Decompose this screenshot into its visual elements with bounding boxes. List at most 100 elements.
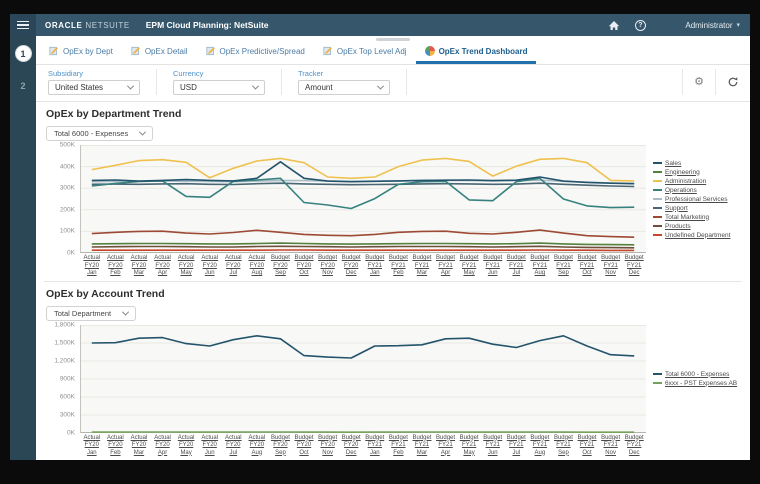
legend-item-engineering[interactable]: Engineering [653,169,742,176]
x-axis-category[interactable]: Budget FY21 Apr [434,435,458,458]
legend-item-operations[interactable]: Operations [653,187,742,194]
hamburger-menu-button[interactable] [10,14,36,36]
x-axis-category[interactable]: Budget FY20 Dec [339,255,363,278]
x-axis-label-line: FY20 [202,442,217,448]
navigator-grid-icon[interactable] [661,20,671,30]
x-axis-label-line: Jul [229,270,238,276]
x-axis-label-line: May [463,270,475,276]
drag-handle[interactable] [376,38,410,41]
legend-item-administration[interactable]: Administration [653,178,742,185]
legend-item-undefined-department[interactable]: Undefined Department [653,232,742,239]
x-axis-category[interactable]: Budget FY20 Sep [269,255,293,278]
x-axis-label-line: Oct [582,270,592,276]
x-axis-category[interactable]: Budget FY21 Nov [599,255,623,278]
x-axis-category[interactable]: Budget FY21 May [457,255,481,278]
x-axis-category[interactable]: Actual FY20 Jan [80,255,104,278]
x-axis-category[interactable]: Budget FY20 Sep [269,435,293,458]
x-axis-category[interactable]: Budget FY21 Jan [363,435,387,458]
dashboard-page-selector: 1 2 [10,36,36,460]
x-axis-category[interactable]: Budget FY20 Nov [316,435,340,458]
x-axis-label-line: FY20 [108,262,123,269]
refresh-icon[interactable] [715,69,750,95]
x-axis-category[interactable]: Actual FY20 Jan [80,435,104,458]
tab-opex-predictive-spread[interactable]: OpEx Predictive/Spread [197,43,314,64]
x-axis-category[interactable]: Budget FY21 Jul [505,435,529,458]
x-axis-category[interactable]: Budget FY21 Jun [481,435,505,458]
x-axis-category[interactable]: Actual FY20 Aug [245,255,269,278]
legend-item-sales[interactable]: Sales [653,160,742,167]
legend-item-6xxx-pst-expenses-ab[interactable]: 6xxx - PST Expenses AB [653,380,742,387]
x-axis-category[interactable]: Budget FY21 Aug [528,255,552,278]
tab-opex-top-level-adj[interactable]: OpEx Top Level Adj [314,43,416,64]
filter-actions: ⚙ [682,69,750,95]
filter-select-tracker[interactable]: Amount [298,80,390,95]
x-axis-label-line: Budget [459,255,479,261]
x-axis-category[interactable]: Budget FY21 Mar [410,255,434,278]
x-axis-category[interactable]: Actual FY20 Apr [151,435,175,458]
x-axis-category[interactable]: Budget FY21 Oct [575,435,599,458]
user-menu[interactable]: Administrator ▾ [685,21,740,30]
home-icon[interactable] [608,20,620,31]
x-axis-category[interactable]: Budget FY21 Apr [434,255,458,278]
x-axis-category[interactable]: Actual FY20 Feb [104,255,128,278]
chart-member-selector-account[interactable]: Total Department [46,305,137,321]
x-axis-category[interactable]: Budget FY21 Sep [552,435,576,458]
filter-select-currency[interactable]: USD [173,80,265,95]
x-axis-label-line: Dec [628,270,640,276]
x-axis-category[interactable]: Budget FY21 Oct [575,255,599,278]
x-axis-category[interactable]: Actual FY20 Mar [127,255,151,278]
x-axis-category[interactable]: Budget FY21 Dec [622,435,646,458]
charts-region: OpEx by Department Trend Total 6000 - Ex… [36,102,750,460]
legend-item-support[interactable]: Support [653,205,742,212]
legend-item-total-marketing[interactable]: Total Marketing [653,214,742,221]
x-axis-category[interactable]: Actual FY20 May [174,435,198,458]
tab-opex-trend-dashboard[interactable]: OpEx Trend Dashboard [415,43,537,64]
chart-member-selector-department[interactable]: Total 6000 - Expenses [46,126,154,141]
x-axis-category[interactable]: Budget FY21 Feb [387,255,411,278]
page-2-button[interactable]: 2 [15,77,32,94]
x-axis-category[interactable]: Actual FY20 Jul [222,435,246,458]
x-axis-category[interactable]: Actual FY20 Jun [198,255,222,278]
x-axis-category[interactable]: Actual FY20 Feb [104,435,128,458]
x-axis-category[interactable]: Actual FY20 Jun [198,435,222,458]
y-tick-label: 300K [59,184,75,192]
settings-gear-icon[interactable]: ⚙ [682,69,715,95]
x-axis-category[interactable]: Actual FY20 May [174,255,198,278]
tab-label: OpEx Detail [144,46,188,56]
x-axis-category[interactable]: Budget FY21 Mar [410,435,434,458]
y-tick-label: 900K [59,375,75,382]
tab-opex-detail[interactable]: OpEx Detail [122,43,197,64]
x-axis-label-line: Budget [365,255,385,261]
x-axis-label-line: FY20 [155,262,170,269]
legend-item-products[interactable]: Products [653,223,742,230]
x-axis-label-line: Budget [506,255,526,261]
x-axis-category[interactable]: Budget FY20 Oct [292,255,316,278]
main-area: 1 2 OpEx by Dept OpEx Detail OpEx Predicti… [10,36,750,460]
tab-label: OpEx by Dept [63,46,113,56]
x-axis-category[interactable]: Actual FY20 Apr [151,255,175,278]
filter-select-subsidiary[interactable]: United States [48,80,140,95]
tab-opex-by-dept[interactable]: OpEx by Dept [40,43,122,64]
legend-item-total-6000-expenses[interactable]: Total 6000 - Expenses [653,371,742,378]
x-axis-category[interactable]: Budget FY21 Jun [481,255,505,278]
legend-item-professional-services[interactable]: Professional Services [653,196,742,203]
x-axis-category[interactable]: Budget FY21 Aug [528,435,552,458]
x-axis-label-line: Budget [294,255,314,261]
x-axis-category[interactable]: Budget FY20 Oct [292,435,316,458]
x-axis-category[interactable]: Budget FY21 Jul [505,255,529,278]
page-1-button[interactable]: 1 [14,45,32,62]
x-axis-label-line: FY20 [178,442,194,448]
x-axis-category[interactable]: Budget FY21 May [457,435,481,458]
x-axis-category[interactable]: Budget FY21 Jan [363,255,387,278]
x-axis-category[interactable]: Budget FY21 Dec [622,255,646,278]
x-axis-category[interactable]: Actual FY20 Mar [127,435,151,458]
x-axis-category[interactable]: Budget FY20 Dec [339,435,363,458]
x-axis-category[interactable]: Budget FY20 Nov [316,255,340,278]
x-axis-category[interactable]: Actual FY20 Aug [245,435,269,458]
help-icon[interactable]: ? [634,19,646,31]
x-axis-category[interactable]: Budget FY21 Feb [387,435,411,458]
x-axis-category[interactable]: Budget FY21 Sep [552,255,576,278]
x-axis-category[interactable]: Actual FY20 Jul [222,255,246,278]
x-axis-category[interactable]: Budget FY21 Nov [599,435,623,458]
form-pencil-icon [323,46,333,56]
